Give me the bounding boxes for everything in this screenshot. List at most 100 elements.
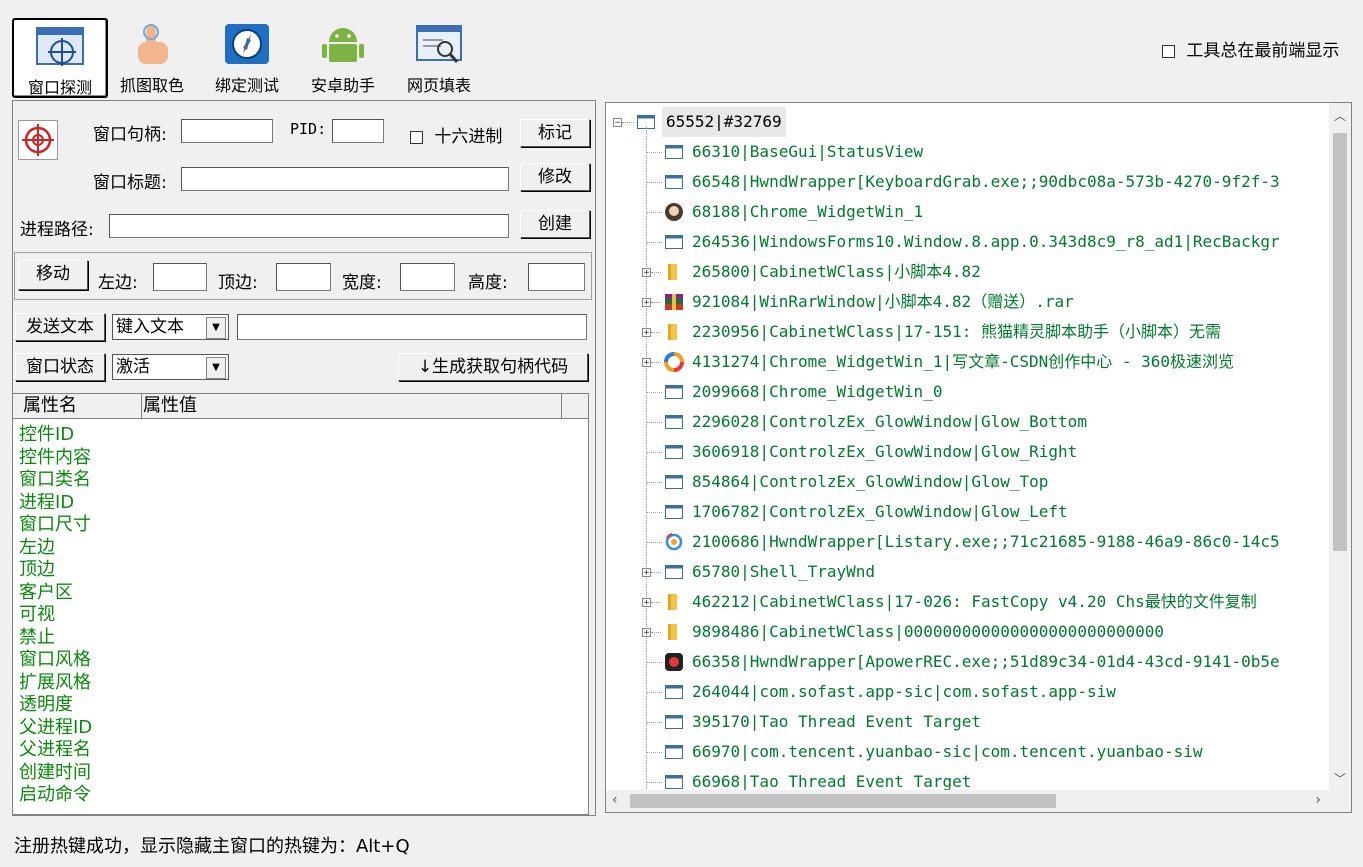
checkbox-box[interactable] [410, 130, 423, 144]
window-tree[interactable]: − 65552|#32769 66310|BaseGui|StatusView 665… [605, 102, 1352, 813]
modify-button[interactable]: 修改 [520, 163, 590, 191]
create-button[interactable]: 创建 [520, 210, 590, 238]
tool-capture-color[interactable]: 抓图取色 [106, 18, 198, 95]
top-input[interactable] [276, 263, 331, 291]
property-row[interactable]: 父进程ID [19, 717, 92, 740]
height-input[interactable] [528, 263, 585, 291]
width-input[interactable] [400, 263, 455, 291]
checkbox-box[interactable] [1162, 44, 1175, 58]
expand-icon[interactable]: + [642, 328, 651, 338]
tree-connector [651, 602, 661, 603]
web-form-icon [416, 25, 462, 63]
path-input[interactable] [109, 214, 509, 238]
property-row[interactable]: 窗口风格 [19, 649, 92, 672]
scroll-down-arrow-icon[interactable]: ﹀ [1329, 770, 1351, 787]
property-row[interactable]: 顶边 [19, 559, 92, 582]
tool-label: 安卓助手 [310, 76, 375, 95]
send-text-input[interactable] [237, 314, 587, 340]
property-row[interactable]: 透明度 [19, 694, 92, 717]
window-state-select[interactable]: 激活 ▼ [112, 354, 229, 380]
expand-icon[interactable]: + [642, 598, 651, 608]
property-row[interactable]: 窗口尺寸 [19, 514, 92, 537]
property-row[interactable]: 窗口类名 [19, 469, 92, 492]
tree-connector [646, 242, 662, 243]
property-row[interactable]: 创建时间 [19, 762, 92, 785]
left-input[interactable] [153, 263, 207, 291]
send-mode-select[interactable]: 键入文本 ▼ [112, 314, 229, 340]
tree-connector [646, 182, 662, 183]
col-value-header[interactable]: 属性值 [133, 394, 562, 418]
left-label: 左边: [98, 273, 138, 293]
listary-icon [664, 532, 684, 552]
tree-item-text: 2230956|CabinetWClass|17-151: 熊猫精灵脚本助手（小… [692, 322, 1221, 341]
tool-android-helper[interactable]: 安卓助手 [297, 18, 389, 95]
hex-checkbox[interactable]: 十六进制 [410, 122, 502, 147]
crosshair-target-icon[interactable] [18, 120, 58, 160]
horizontal-scrollbar[interactable]: ‹ › [606, 790, 1351, 812]
tree-connector [646, 392, 662, 393]
tree-connector [646, 422, 662, 423]
expand-icon[interactable]: + [642, 298, 651, 308]
mark-button[interactable]: 标记 [520, 119, 590, 147]
property-row[interactable]: 禁止 [19, 627, 92, 650]
tree-connector [651, 362, 661, 363]
tree-item-text: 854864|ControlzEx_GlowWindow|Glow_Top [692, 472, 1049, 491]
window-state-value: 激活 [116, 357, 150, 377]
generate-code-button[interactable]: ↓生成获取句柄代码 [398, 353, 588, 381]
property-row[interactable]: 扩展风格 [19, 672, 92, 695]
expand-icon[interactable]: + [642, 628, 651, 638]
tree-item-text: 462212|CabinetWClass|17-026: FastCopy v4… [692, 592, 1257, 611]
tree-item-text: 66358|HwndWrapper[ApowerREC.exe;;51d89c3… [692, 652, 1280, 671]
vertical-scrollbar[interactable]: ︿ ﹀ [1329, 103, 1351, 791]
path-label: 进程路径: [20, 220, 94, 240]
send-text-button[interactable]: 发送文本 [15, 313, 105, 341]
tree-connector [646, 152, 662, 153]
always-on-top-checkbox[interactable]: 工具总在最前端显示 [1162, 36, 1339, 61]
col-name-header[interactable]: 属性名 [13, 394, 142, 418]
scroll-up-arrow-icon[interactable]: ︿ [1329, 107, 1351, 124]
tree-connector [651, 632, 661, 633]
tree-connector [651, 332, 661, 333]
tool-bind-test[interactable]: 绑定测试 [201, 18, 293, 95]
title-input[interactable] [181, 167, 509, 191]
window-icon [664, 142, 684, 162]
expand-icon[interactable]: + [642, 358, 651, 368]
window-icon [664, 562, 684, 582]
pid-input[interactable] [332, 119, 384, 143]
property-row[interactable]: 客户区 [19, 582, 92, 605]
property-row[interactable]: 启动命令 [19, 784, 92, 807]
expand-icon[interactable]: + [642, 568, 651, 578]
move-button[interactable]: 移动 [18, 260, 88, 290]
property-row[interactable]: 父进程名 [19, 739, 92, 762]
scroll-right-arrow-icon[interactable]: › [1315, 792, 1321, 808]
tree-item-text: 65780|Shell_TrayWnd [692, 562, 876, 581]
collapse-icon[interactable]: − [613, 118, 622, 128]
tool-label: 网页填表 [406, 76, 471, 95]
tool-web-form[interactable]: 网页填表 [393, 18, 485, 95]
compass-icon [225, 24, 269, 64]
tree-item-text: 1706782|ControlzEx_GlowWindow|Glow_Left [692, 502, 1068, 521]
always-on-top-label: 工具总在最前端显示 [1186, 41, 1340, 61]
property-row[interactable]: 控件内容 [19, 447, 92, 470]
chevron-down-icon[interactable]: ▼ [206, 357, 226, 379]
window-state-button[interactable]: 窗口状态 [15, 353, 105, 381]
horizontal-scroll-thumb[interactable] [630, 794, 1056, 808]
property-row[interactable]: 控件ID [19, 424, 92, 447]
tool-window-probe[interactable]: 窗口探测 [12, 18, 108, 98]
property-row[interactable]: 可视 [19, 604, 92, 627]
window-icon [664, 412, 684, 432]
tree-item-text: 9898486|CabinetWClass|000000000000000000… [692, 622, 1165, 641]
handle-input[interactable] [181, 119, 273, 143]
window-icon [664, 472, 684, 492]
property-row[interactable]: 进程ID [19, 492, 92, 515]
property-rows: 控件ID 控件内容 窗口类名 进程ID 窗口尺寸 左边 顶边 客户区 可视 禁止 窗口风格 扩展风格透… [19, 424, 92, 807]
vertical-scroll-thumb[interactable] [1333, 133, 1347, 551]
tree-item-text: 66548|HwndWrapper[KeyboardGrab.exe;;90db… [692, 172, 1280, 191]
send-mode-value: 键入文本 [116, 317, 184, 337]
expand-icon[interactable]: + [642, 268, 651, 278]
property-row[interactable]: 左边 [19, 537, 92, 560]
property-list[interactable]: 属性名 属性值 控件ID 控件内容 窗口类名 进程ID 窗口尺寸 左边 顶边 客户区 可视 禁止窗… [12, 393, 589, 815]
scroll-left-arrow-icon[interactable]: ‹ [612, 792, 618, 808]
top-label: 顶边: [218, 273, 258, 293]
chevron-down-icon[interactable]: ▼ [206, 317, 226, 339]
